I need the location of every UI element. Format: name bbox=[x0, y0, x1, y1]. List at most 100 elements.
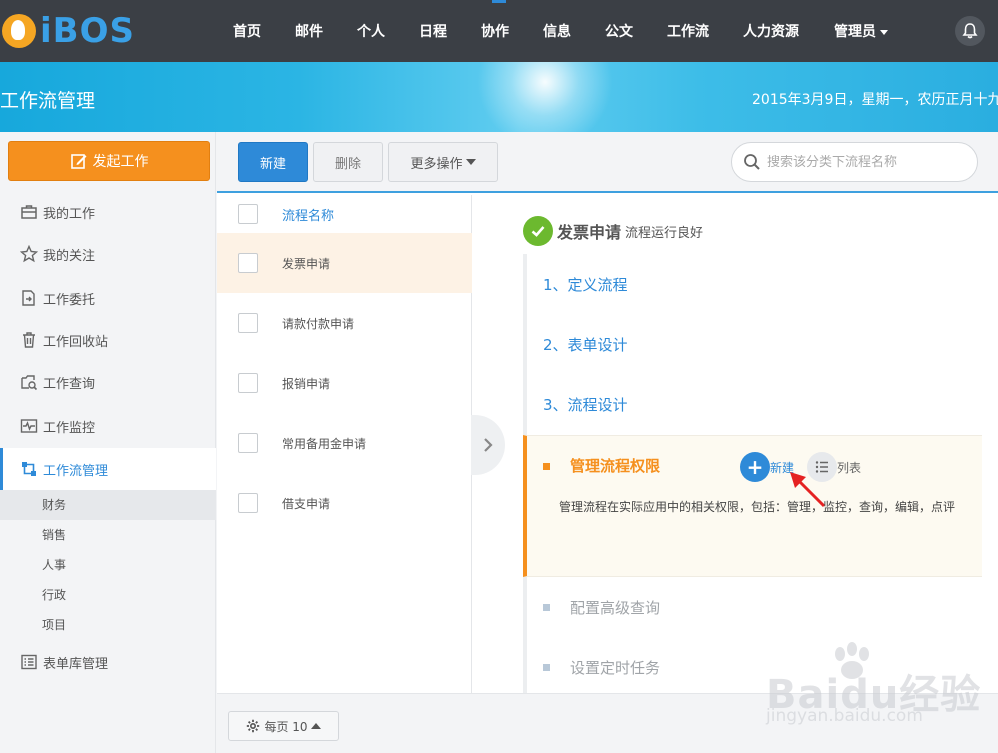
list-item[interactable]: 报销申请 bbox=[217, 353, 472, 413]
list-item-label: 请款付款申请 bbox=[282, 316, 355, 331]
row-checkbox[interactable] bbox=[238, 313, 258, 333]
per-page-selector[interactable]: 每页 10 bbox=[228, 711, 339, 741]
bell-icon bbox=[962, 23, 978, 39]
per-page-label: 每页 10 bbox=[264, 719, 308, 734]
row-checkbox[interactable] bbox=[238, 493, 258, 513]
list-item[interactable]: 发票申请 bbox=[217, 233, 472, 293]
nav-item-documents[interactable]: 公文 bbox=[588, 21, 650, 41]
step-label: 设置定时任务 bbox=[570, 658, 661, 677]
search-icon bbox=[744, 154, 760, 170]
sidebar-item-workflow-manage[interactable]: 工作流管理 bbox=[0, 448, 216, 490]
main-nav: 首页 邮件 个人 日程 协作 信息 公文 工作流 人力资源 管理员 bbox=[216, 0, 905, 62]
sidebar-item-label: 工作委托 bbox=[43, 292, 96, 308]
admin-label: 管理员 bbox=[834, 24, 876, 40]
permission-panel: 管理流程权限 + 新建 列表 管理流程在实际应用中的相关权限，包括：管理，监控，… bbox=[523, 435, 982, 577]
new-button[interactable]: 新建 bbox=[238, 142, 308, 182]
nav-item-personal[interactable]: 个人 bbox=[340, 21, 402, 41]
permission-description: 管理流程在实际应用中的相关权限，包括：管理，监控，查询，编辑，点评 bbox=[559, 500, 956, 514]
bullet-marker bbox=[543, 604, 550, 611]
panel-expander[interactable] bbox=[471, 415, 505, 475]
sidebar-item-label: 我的工作 bbox=[43, 206, 96, 222]
sidebar-item-label: 工作查询 bbox=[43, 376, 96, 392]
sidebar-subitem-admin[interactable]: 行政 bbox=[0, 580, 216, 610]
toolbar: 新建 删除 更多操作 bbox=[217, 132, 998, 193]
step-flow-design[interactable]: 3、流程设计 bbox=[527, 374, 982, 434]
search-box[interactable] bbox=[731, 142, 978, 182]
row-checkbox[interactable] bbox=[238, 433, 258, 453]
sidebar: 发起工作 我的工作 我的关注 工作委托 工作回收站 工作查询 工作监控 工作流管… bbox=[0, 132, 216, 753]
sidebar-subitem-project[interactable]: 项目 bbox=[0, 610, 216, 640]
nav-item-admin[interactable]: 管理员 bbox=[816, 21, 905, 41]
step-form-design[interactable]: 2、表单设计 bbox=[527, 314, 982, 374]
list-header: 流程名称 bbox=[217, 195, 472, 233]
nav-item-home[interactable]: 首页 bbox=[216, 21, 278, 41]
sidebar-item-recycle[interactable]: 工作回收站 bbox=[0, 319, 216, 361]
step-advanced-query[interactable]: 配置高级查询 bbox=[527, 577, 982, 637]
page-title: 工作流管理 bbox=[0, 90, 96, 112]
sidebar-subitem-finance[interactable]: 财务 bbox=[0, 490, 216, 520]
chevron-down-icon bbox=[880, 29, 888, 35]
search-folder-icon bbox=[19, 372, 39, 392]
row-checkbox[interactable] bbox=[238, 373, 258, 393]
delete-button[interactable]: 删除 bbox=[313, 142, 383, 182]
permission-list-label: 列表 bbox=[837, 460, 862, 475]
sidebar-item-delegate[interactable]: 工作委托 bbox=[0, 277, 216, 319]
start-work-label: 发起工作 bbox=[92, 154, 149, 170]
app-logo[interactable]: iBOS bbox=[0, 8, 135, 54]
list-item-label: 借支申请 bbox=[282, 496, 331, 511]
more-actions-label: 更多操作 bbox=[410, 156, 463, 172]
edit-icon bbox=[70, 154, 86, 169]
sidebar-item-label: 工作流管理 bbox=[43, 463, 109, 479]
nav-item-mail[interactable]: 邮件 bbox=[278, 21, 340, 41]
gear-icon bbox=[247, 719, 260, 733]
list-item-label: 发票申请 bbox=[282, 256, 331, 271]
select-all-checkbox[interactable] bbox=[238, 204, 258, 224]
step-define-flow[interactable]: 1、定义流程 bbox=[527, 254, 982, 314]
nav-item-collaboration[interactable]: 协作 bbox=[464, 21, 526, 41]
current-date: 2015年3月9日，星期一，农历正月十九 bbox=[752, 92, 998, 108]
logo-sun-icon bbox=[2, 14, 36, 48]
detail-status: 流程运行良好 bbox=[625, 225, 704, 241]
logo-text: iBOS bbox=[40, 11, 135, 51]
workflow-list: 流程名称 发票申请 请款付款申请 报销申请 常用备用金申请 借支申请 bbox=[217, 195, 472, 693]
list-item[interactable]: 请款付款申请 bbox=[217, 293, 472, 353]
sidebar-item-form-library[interactable]: 表单库管理 bbox=[0, 641, 216, 683]
baidu-watermark: Baidu经验 jingyan.baidu.com bbox=[766, 642, 998, 753]
top-navbar: iBOS 首页 邮件 个人 日程 协作 信息 公文 工作流 人力资源 管理员 bbox=[0, 0, 998, 62]
column-header-name: 流程名称 bbox=[282, 208, 335, 224]
form-library-icon bbox=[19, 652, 39, 672]
sidebar-subitem-hr[interactable]: 人事 bbox=[0, 550, 216, 580]
chevron-down-icon bbox=[465, 159, 476, 165]
nav-item-info[interactable]: 信息 bbox=[526, 21, 588, 41]
start-work-button[interactable]: 发起工作 bbox=[8, 141, 210, 181]
sidebar-item-my-work[interactable]: 我的工作 bbox=[0, 191, 216, 233]
plus-icon: + bbox=[740, 452, 770, 482]
bullet-marker bbox=[543, 463, 550, 470]
list-item[interactable]: 借支申请 bbox=[217, 473, 472, 533]
sidebar-item-monitor[interactable]: 工作监控 bbox=[0, 405, 216, 447]
list-item[interactable]: 常用备用金申请 bbox=[217, 413, 472, 473]
row-checkbox[interactable] bbox=[238, 253, 258, 273]
step-label: 配置高级查询 bbox=[570, 598, 661, 617]
nav-item-workflow[interactable]: 工作流 bbox=[650, 21, 726, 41]
nav-item-calendar[interactable]: 日程 bbox=[402, 21, 464, 41]
workflow-steps: 1、定义流程 2、表单设计 3、流程设计 管理流程权限 + 新建 列表 管理流程… bbox=[523, 254, 982, 694]
star-icon bbox=[19, 244, 39, 264]
detail-header: 发票申请 流程运行良好 bbox=[523, 216, 703, 246]
sidebar-item-label: 表单库管理 bbox=[43, 656, 109, 672]
notification-button[interactable] bbox=[955, 16, 985, 46]
chevron-up-icon bbox=[310, 723, 321, 729]
page-banner: 工作流管理 2015年3月9日，星期一，农历正月十九 bbox=[0, 62, 998, 132]
sidebar-item-label: 我的关注 bbox=[43, 248, 96, 264]
nav-item-hr[interactable]: 人力资源 bbox=[726, 21, 816, 41]
search-input[interactable] bbox=[767, 154, 967, 170]
sidebar-item-query[interactable]: 工作查询 bbox=[0, 361, 216, 403]
more-actions-button[interactable]: 更多操作 bbox=[388, 142, 498, 182]
list-item-label: 常用备用金申请 bbox=[282, 436, 367, 451]
document-arrow-icon bbox=[19, 288, 39, 308]
flow-icon bbox=[19, 459, 39, 479]
sidebar-subitem-sales[interactable]: 销售 bbox=[0, 520, 216, 550]
sidebar-item-my-focus[interactable]: 我的关注 bbox=[0, 233, 216, 275]
briefcase-icon bbox=[19, 202, 39, 222]
detail-title: 发票申请 bbox=[557, 223, 622, 242]
